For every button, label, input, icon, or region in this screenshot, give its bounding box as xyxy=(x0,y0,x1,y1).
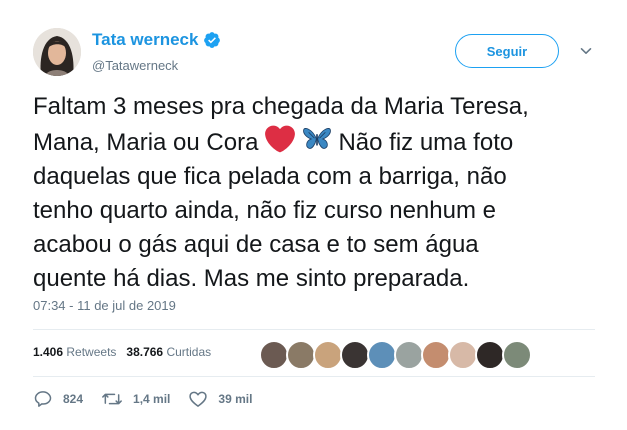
retweets-stat[interactable]: 1.406 Retweets xyxy=(33,345,116,359)
liker-avatar[interactable] xyxy=(259,340,289,370)
author-handle[interactable]: @Tatawerneck xyxy=(92,58,178,73)
tweet-line: Faltam 3 meses pra chegada da Maria Tere… xyxy=(33,93,529,120)
engagement-stats: 1.406 Retweets 38.766 Curtidas xyxy=(33,345,211,359)
liker-avatar[interactable] xyxy=(475,340,505,370)
tweet-line: acabou o gás aqui de casa e to sem água xyxy=(33,231,479,258)
retweet-count: 1,4 mil xyxy=(133,392,171,406)
butterfly-emoji-icon xyxy=(302,128,331,149)
tweet-line-segment: Mana, Maria ou Cora xyxy=(33,129,259,156)
tweet-text: Faltam 3 meses pra chegada da Maria Tere… xyxy=(33,90,603,296)
follow-button[interactable]: Seguir xyxy=(455,34,559,68)
liker-avatar[interactable] xyxy=(394,340,424,370)
red-heart-emoji-icon xyxy=(265,125,296,153)
retweets-count: 1.406 xyxy=(33,345,64,359)
liker-avatar[interactable] xyxy=(421,340,451,370)
author-name[interactable]: Tata werneck xyxy=(92,30,198,50)
reply-icon xyxy=(34,391,52,407)
verified-badge-icon xyxy=(204,32,221,48)
tweet-timestamp[interactable]: 07:34 - 11 de jul de 2019 xyxy=(33,298,176,313)
likes-label: Curtidas xyxy=(166,345,212,359)
liker-avatar[interactable] xyxy=(286,340,316,370)
retweet-icon xyxy=(102,393,122,405)
heart-icon xyxy=(189,391,208,407)
tweet-line-segment: Não fiz uma foto xyxy=(338,129,514,156)
like-count: 39 mil xyxy=(218,392,253,406)
avatar-image xyxy=(33,28,81,76)
like-button[interactable]: 39 mil xyxy=(188,389,252,409)
divider xyxy=(33,329,595,330)
liker-avatar[interactable] xyxy=(502,340,532,370)
retweets-label: Retweets xyxy=(66,345,117,359)
tweet-line: daquelas que fica pelada com a barriga, … xyxy=(33,163,507,190)
liker-avatar[interactable] xyxy=(367,340,397,370)
retweet-button[interactable]: 1,4 mil xyxy=(101,389,170,409)
likers-avatars xyxy=(259,340,532,370)
tweet-line: tenho quarto ainda, não fiz curso nenhum… xyxy=(33,197,496,224)
liker-avatar[interactable] xyxy=(313,340,343,370)
tweet-actions: 824 1,4 mil 39 mil xyxy=(33,389,270,409)
liker-avatar[interactable] xyxy=(448,340,478,370)
reply-button[interactable]: 824 xyxy=(33,389,83,409)
tweet-line: Mana, Maria ou Cora Não fiz uma foto xyxy=(33,124,603,160)
avatar[interactable] xyxy=(33,28,81,76)
tweet-line: quente há dias. Mas me sinto preparada. xyxy=(33,265,470,292)
reply-count: 824 xyxy=(63,392,84,406)
likes-stat[interactable]: 38.766 Curtidas xyxy=(126,345,211,359)
liker-avatar[interactable] xyxy=(340,340,370,370)
likes-count: 38.766 xyxy=(126,345,164,359)
chevron-down-icon[interactable] xyxy=(580,45,592,57)
divider xyxy=(33,376,595,377)
